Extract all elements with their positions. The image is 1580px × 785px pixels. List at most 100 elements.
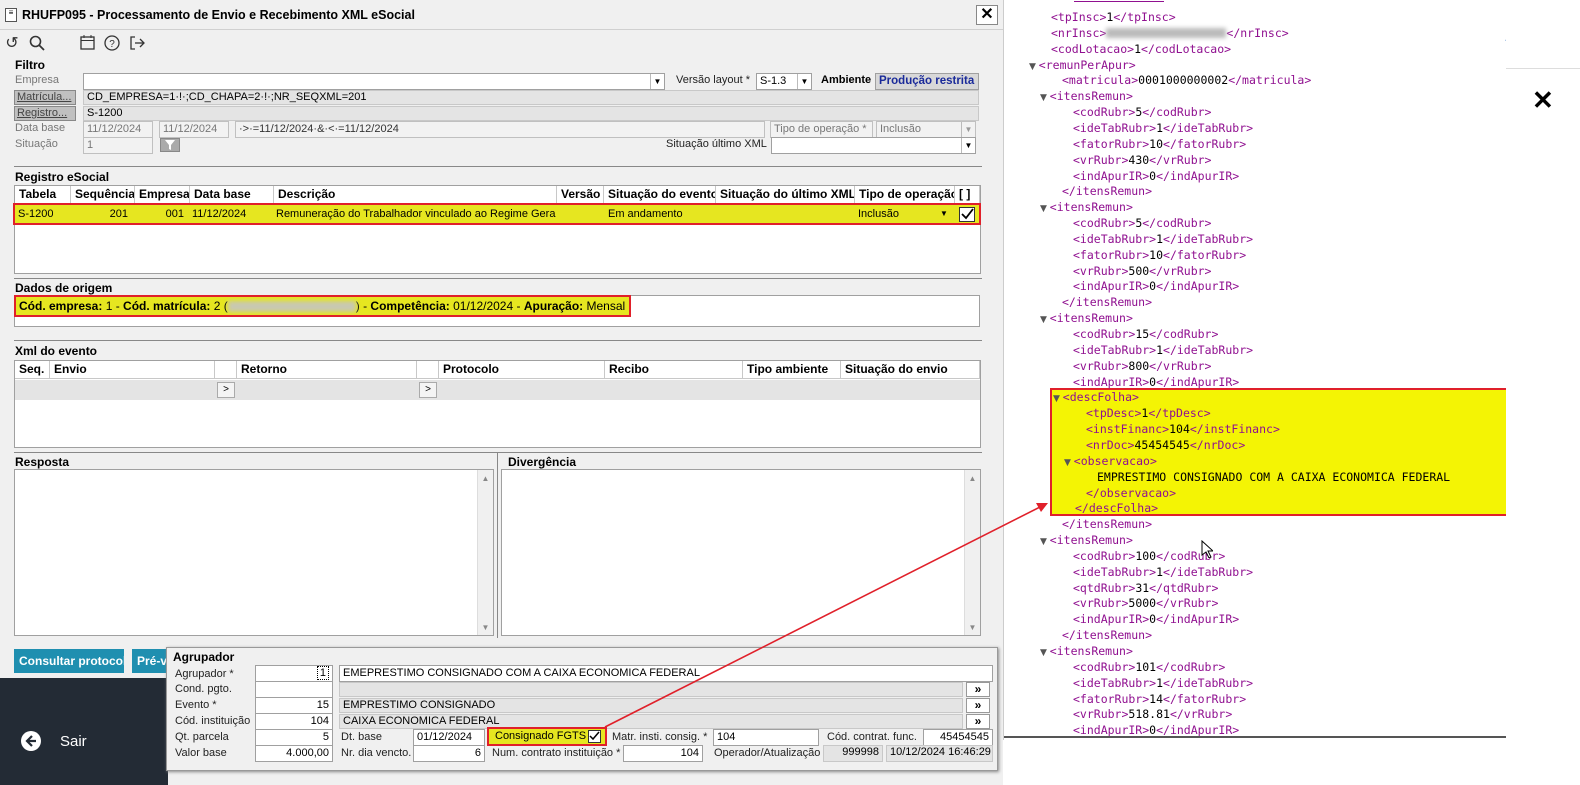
empresa-dropdown[interactable]: ▼ [83,73,665,90]
collapse-toggle-icon[interactable]: ▼ [1040,93,1050,103]
refresh-icon[interactable]: ↺ [3,35,21,53]
collapse-toggle-icon[interactable]: ▼ [1064,458,1074,468]
filter-icon[interactable] [160,138,180,152]
xml-line-highlighted[interactable]: ▼ <observacao> [1064,453,1157,469]
chevron-down-icon[interactable]: ▼ [937,207,951,221]
collapse-toggle-icon[interactable]: ▼ [1029,62,1039,72]
collapse-toggle-icon[interactable]: ▼ [1053,394,1063,404]
versao-dropdown[interactable]: S-1.3 ▼ [756,73,812,90]
table-row[interactable]: S-1200 201 001 11/12/2024 Remuneração do… [13,203,981,225]
column-header[interactable] [417,361,439,379]
evento-input[interactable]: 15 [255,697,333,714]
consignado-fgts-checkbox[interactable]: Consignado FGTS [487,727,607,746]
column-header[interactable] [215,361,237,379]
column-header[interactable]: Recibo [605,361,743,379]
xml-open-tag: <ideTabRubr> [1073,120,1157,135]
valor-base-input[interactable]: 4.000,00 [255,745,333,762]
xml-evento-title: Xml do evento [15,344,98,358]
dt-base-input[interactable]: 01/12/2024 [413,729,485,746]
situacao-ultimo-dropdown[interactable]: ▼ [771,137,976,154]
column-header[interactable]: Tipo ambiente [743,361,841,379]
cell-tipo-operacao: Inclusão [858,208,899,220]
previsualizar-button[interactable]: Pré-vis [132,649,168,673]
sair-button[interactable]: Sair [60,733,87,750]
cond-pgto-more-button[interactable]: » [966,682,990,697]
tipo-operacao-dropdown[interactable]: Inclusão ▼ [876,121,976,138]
xml-line[interactable]: ▼ <itensRemun> [1040,532,1133,548]
xml-open-tag: <codLotacao> [1051,41,1135,56]
evento-more-button[interactable]: » [966,698,990,713]
xml-value: 1 [1156,564,1164,579]
close-window-button[interactable]: ✕ [976,5,998,25]
scroll-up-icon[interactable]: ▲ [478,474,493,483]
qt-parcela-input[interactable]: 5 [255,729,333,746]
instituicao-more-button[interactable]: » [966,714,990,729]
xml-open-tag: <codRubr> [1073,105,1136,120]
collapse-toggle-icon[interactable]: ▼ [1040,204,1050,214]
back-arrow-icon[interactable] [21,731,41,751]
collapse-toggle-icon[interactable]: ▼ [1040,315,1050,325]
scrollbar[interactable]: ▲ ▼ [964,470,980,635]
blurred-name [227,301,356,313]
column-header[interactable]: Envio [50,361,215,379]
collapse-toggle-icon[interactable]: ▼ [1040,648,1050,658]
column-header[interactable]: Sequência [71,186,135,204]
nr-dia-input[interactable]: 6 [413,745,485,762]
help-icon[interactable]: ? [103,35,121,53]
scrollbar[interactable]: ▲ ▼ [477,470,493,635]
column-header[interactable]: Descrição [274,186,557,204]
column-header[interactable]: Versão [557,186,604,204]
exit-icon[interactable] [128,35,146,53]
cod-contrat-input[interactable]: 45454545 [923,729,993,746]
agrupador-input[interactable]: 1 [255,665,333,682]
scroll-down-icon[interactable]: ▼ [965,623,980,632]
xml-viewer[interactable]: <tpInsc>1</tpInsc> <nrInsc> </nrInsc> <codL… [1003,0,1506,740]
collapse-toggle-icon[interactable]: ▼ [1040,537,1050,547]
situacao-input[interactable]: 1 [83,137,153,154]
column-header[interactable]: Tabela [15,186,71,204]
date-to-input[interactable]: 11/12/2024 [159,121,229,138]
column-header[interactable]: Protocolo [439,361,605,379]
xml-line-highlighted[interactable]: ▼ <descFolha> [1053,389,1139,405]
row-checkbox[interactable] [959,207,975,222]
matricula-button[interactable]: Matrícula... [14,90,76,105]
xml-line[interactable]: ▼ <itensRemun> [1040,88,1133,104]
xml-line[interactable]: ▼ <remunPerApur> [1029,57,1136,73]
retorno-open-button[interactable]: > [419,382,437,398]
column-header[interactable]: Retorno [237,361,417,379]
column-header[interactable]: Situação do evento [604,186,716,204]
column-header[interactable]: Situação do último XML [716,186,855,204]
divergencia-textarea[interactable]: ▲ ▼ [501,469,981,636]
checkbox-checked-icon[interactable] [588,730,601,743]
consultar-protocolo-button[interactable]: Consultar protocolo [14,649,124,673]
resposta-textarea[interactable]: ▲ ▼ [14,469,494,636]
instituicao-input[interactable]: 104 [255,713,333,730]
xml-line: <tpInsc>1</tpInsc> [1051,9,1176,25]
date-from-input[interactable]: 11/12/2024 [83,121,153,138]
envio-open-button[interactable]: > [217,382,235,398]
column-header[interactable]: Seq. [15,361,50,379]
scroll-down-icon[interactable]: ▼ [478,623,493,632]
column-header[interactable]: [ ] [955,186,980,204]
column-header[interactable]: Data base [190,186,274,204]
matr-insti-input[interactable]: 104 [713,729,819,746]
column-header[interactable]: Situação do envio [841,361,980,379]
registro-field: S-1200 [83,106,979,121]
xml-line[interactable]: ▼ <itensRemun> [1040,199,1133,215]
column-header[interactable]: Tipo de operação [855,186,955,204]
search-icon[interactable] [28,35,46,53]
xml-open-tag: </itensRemun> [1062,628,1153,643]
column-header[interactable]: Empresa [135,186,190,204]
xml-close-tag: </instFinanc> [1189,422,1280,437]
num-contrato-input[interactable]: 104 [623,745,703,762]
cond-pgto-input[interactable] [255,681,333,698]
xml-line[interactable]: ▼ <itensRemun> [1040,310,1133,326]
table-row[interactable] [15,380,980,400]
scroll-up-icon[interactable]: ▲ [965,474,980,483]
calendar-icon[interactable] [78,35,96,53]
registro-button[interactable]: Registro... [14,106,76,121]
xml-line[interactable]: ▼ <itensRemun> [1040,643,1133,659]
close-icon[interactable]: ✕ [1532,86,1554,114]
xml-close-tag: </indApurIR> [1156,168,1240,183]
num-contrato-label: Num. contrato instituição * [492,747,621,759]
